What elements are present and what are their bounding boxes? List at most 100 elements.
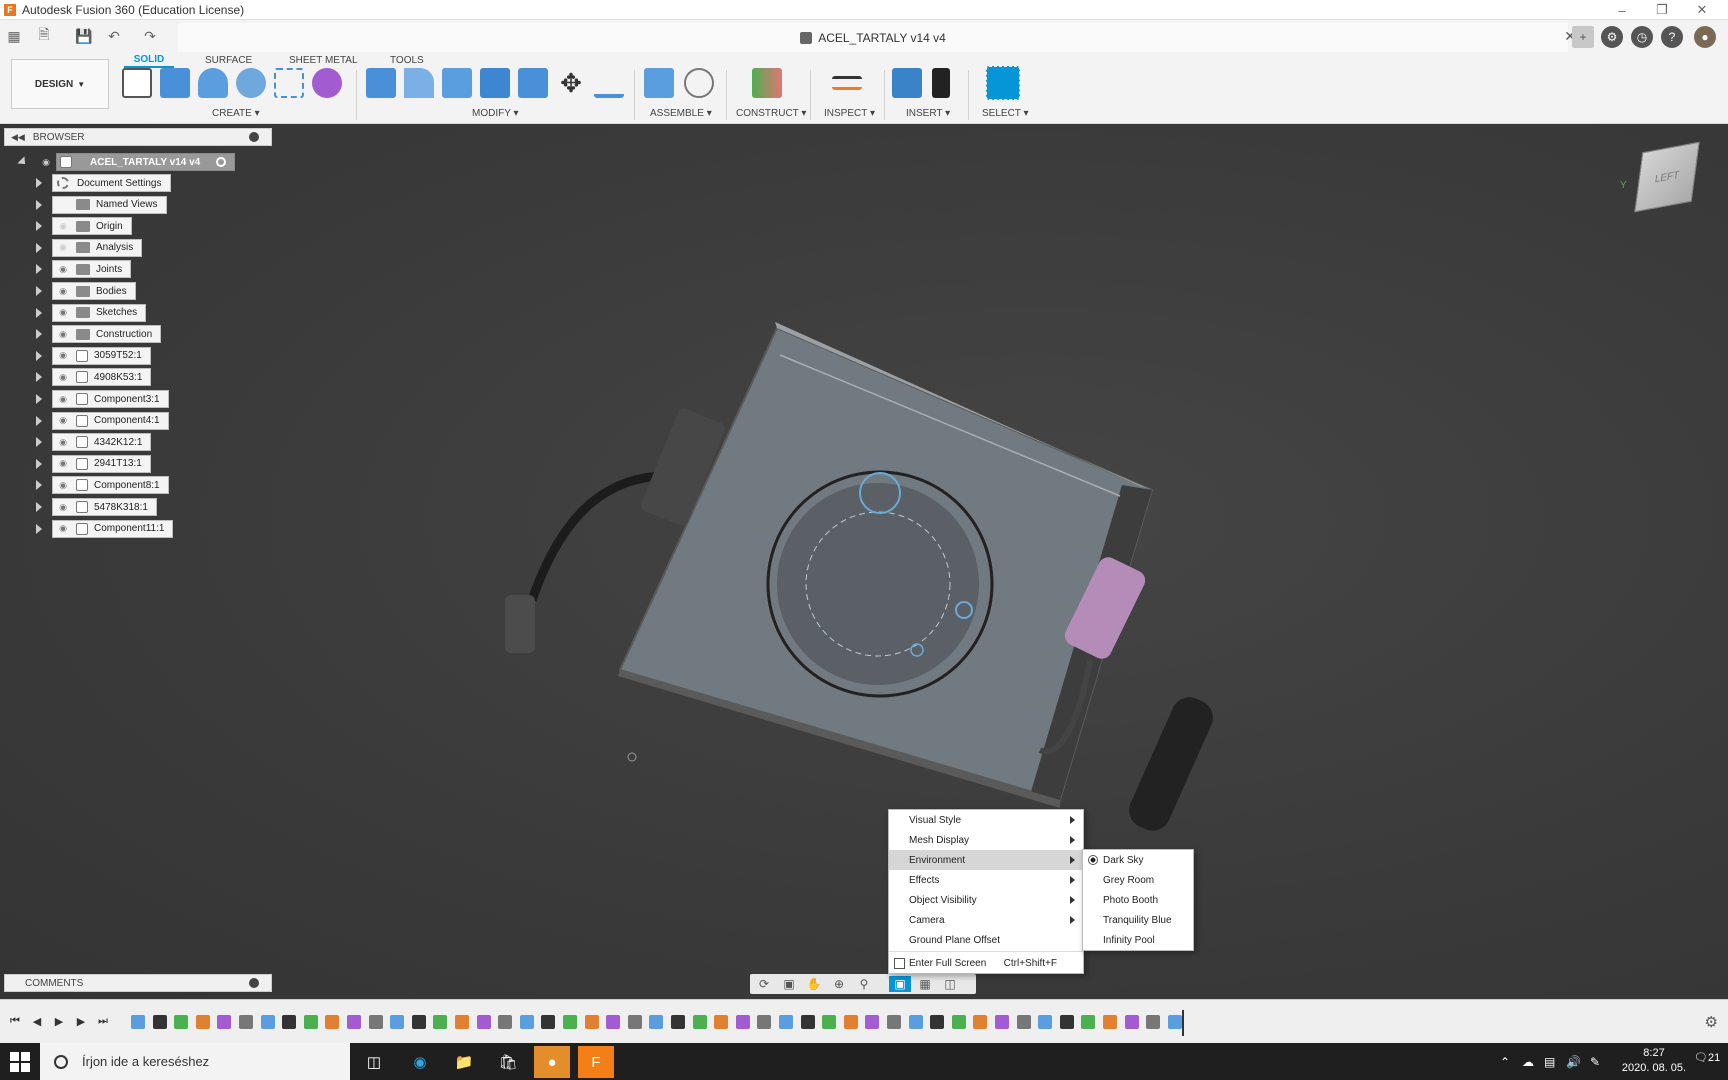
viewcube[interactable]: LEFT [1634,141,1700,213]
timeline-feature-icon[interactable] [606,1015,621,1029]
step-back-icon[interactable]: ◀ [30,1014,44,1028]
timeline-feature-icon[interactable] [325,1015,340,1029]
pin-icon[interactable] [249,132,259,142]
pan-icon[interactable]: ✋ [803,976,825,992]
notifications-badge[interactable]: 🗨21 [1694,1051,1720,1064]
offset-plane-icon[interactable] [752,68,782,98]
browser-root-item[interactable]: ◉ ACEL_TARTALY v14 v4 [17,153,236,171]
timeline-feature-icon[interactable] [735,1015,750,1029]
expand-arrow-icon[interactable] [36,329,42,340]
extrude-icon[interactable] [160,68,190,98]
workspace-switcher[interactable]: DESIGN ▼ [11,59,109,109]
visibility-eye-icon[interactable]: ◉ [56,264,70,274]
user-avatar[interactable]: ● [1694,26,1716,48]
timeline-feature-icon[interactable] [973,1015,988,1029]
browser-node[interactable]: ◉ Component3:1 [52,390,169,408]
select-icon[interactable] [986,66,1020,100]
grid-snaps-icon[interactable]: ▦ [914,976,936,992]
timeline-feature-icon[interactable] [282,1015,297,1029]
expand-arrow-icon[interactable] [36,242,42,253]
menu-item-environment[interactable]: Environment [889,850,1083,870]
expand-arrow-icon[interactable] [36,199,42,210]
browser-node[interactable]: ◉ Bodies [52,282,136,300]
browser-item[interactable]: ◉ Construction [36,325,162,344]
look-at-icon[interactable]: ▣ [778,976,800,992]
browser-item[interactable]: ◉ Origin [36,217,132,236]
menu-item-ground-plane-offset[interactable]: Ground Plane Offset [889,930,1083,950]
timeline-feature-icon[interactable] [455,1015,469,1029]
browser-node[interactable]: ◉ Joints [52,260,132,279]
add-comment-icon[interactable] [249,978,259,988]
timeline-feature-icon[interactable] [908,1015,923,1029]
network-icon[interactable]: ▤ [1544,1043,1555,1080]
combine-icon[interactable] [518,68,548,98]
hole-icon[interactable] [236,68,266,98]
browser-item[interactable]: Document Settings [36,174,171,192]
model-render[interactable] [0,124,1728,999]
taskbar-app-w-icon[interactable]: ● [534,1046,570,1078]
browser-item[interactable]: ◉ Component4:1 [36,411,169,430]
timeline-feature-icon[interactable] [865,1015,880,1029]
restore-button[interactable]: ❐ [1642,0,1682,20]
timeline-feature-icon[interactable] [195,1015,210,1029]
display-settings-icon[interactable]: ▣ [889,976,911,992]
environment-option-photo-booth[interactable]: Photo Booth [1083,890,1193,910]
file-menu-icon[interactable]: 🗎 [34,26,54,46]
new-component-icon[interactable] [644,68,674,98]
timeline-feature-icon[interactable] [995,1015,1009,1029]
visibility-eye-icon[interactable]: ◉ [56,458,70,469]
browser-item[interactable]: ◉ Sketches [36,303,147,322]
visibility-eye-icon[interactable]: ◉ [56,415,70,426]
minimize-button[interactable]: – [1602,0,1642,20]
group-assemble[interactable]: ASSEMBLE ▾ [650,108,712,119]
timeline-feature-icon[interactable] [1167,1015,1182,1029]
expand-arrow-icon[interactable] [36,178,42,188]
timeline-feature-icon[interactable] [714,1015,729,1029]
timeline-feature-icon[interactable] [584,1015,599,1029]
expand-arrow-icon[interactable] [36,480,42,491]
browser-item[interactable]: ◉ Component3:1 [36,390,169,408]
browser-node[interactable]: ◉ 4342K12:1 [52,433,152,452]
browser-item[interactable]: ◉Named Views [36,195,167,214]
timeline-feature-icon[interactable] [1059,1015,1074,1029]
timeline-feature-icon[interactable] [476,1015,491,1029]
expand-arrow-icon[interactable] [36,394,42,404]
fillet-icon[interactable] [404,68,434,98]
menu-item-visual-style[interactable]: Visual Style [889,810,1083,830]
extensions-icon[interactable]: ⚙ [1601,26,1623,48]
timeline-feature-icon[interactable] [930,1015,945,1029]
menu-item-enter-full-screen[interactable]: Enter Full Screen Ctrl+Shift+F [889,953,1083,973]
visibility-eye-icon[interactable]: ◉ [56,372,70,382]
pen-icon[interactable]: ✎ [1590,1043,1600,1080]
expand-arrow-icon[interactable] [36,286,42,296]
browser-item[interactable]: ◉ Component8:1 [36,476,169,495]
create-sketch-icon[interactable] [122,68,152,98]
timeline-feature-icon[interactable] [131,1015,145,1029]
expand-arrow-icon[interactable] [36,437,42,448]
environment-option-infinity-pool[interactable]: Infinity Pool [1083,930,1193,950]
timeline-feature-icon[interactable] [671,1015,685,1029]
timeline-feature-icon[interactable] [217,1015,232,1029]
save-icon[interactable]: 💾 [74,26,94,46]
browser-node[interactable]: ◉ 5478K318:1 [52,498,157,516]
expand-arrow-icon[interactable] [36,350,42,361]
shell-icon[interactable] [480,68,510,98]
visibility-eye-icon[interactable]: ◉ [56,242,70,253]
job-status-icon[interactable]: ◷ [1631,26,1653,48]
task-view-icon[interactable]: ◫ [356,1046,392,1078]
group-construct[interactable]: CONSTRUCT ▾ [736,108,806,119]
viewports-icon[interactable]: ◫ [939,976,961,992]
insert-mcmaster-icon[interactable] [932,68,950,98]
visibility-eye-icon[interactable]: ◉ [56,307,70,318]
timeline-feature-icon[interactable] [239,1015,253,1029]
go-to-end-icon[interactable]: ⏭ [96,1014,110,1028]
browser-node[interactable]: ◉ Component4:1 [52,411,169,430]
create-form-icon[interactable] [312,68,342,98]
timeline-feature-icon[interactable] [260,1015,275,1029]
expand-arrow-icon[interactable] [36,458,42,469]
undo-icon[interactable]: ↶ [104,26,124,46]
browser-node[interactable]: ◉ 4908K53:1 [52,368,152,387]
visibility-eye-icon[interactable]: ◉ [56,502,70,512]
timeline-feature-icon[interactable] [368,1015,383,1029]
expand-arrow-icon[interactable] [36,307,42,318]
